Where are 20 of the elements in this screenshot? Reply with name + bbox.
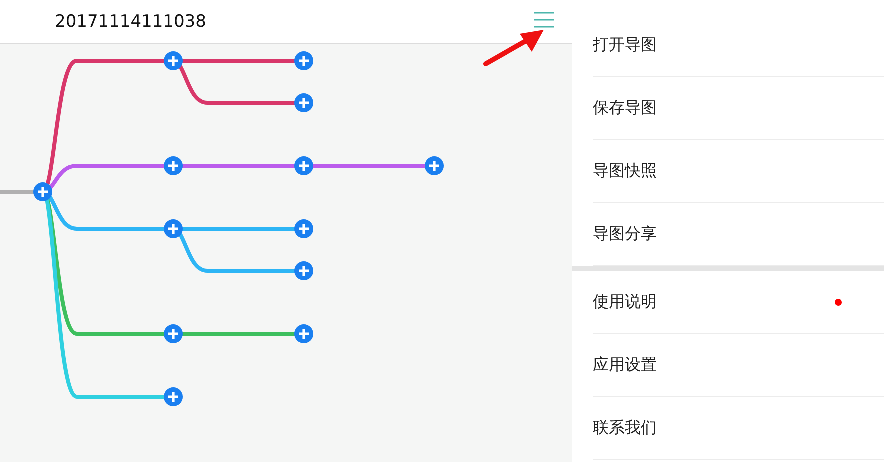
- menu-item[interactable]: 使用说明: [593, 271, 884, 334]
- add-node-button[interactable]: [164, 156, 183, 176]
- menu-item[interactable]: 联系我们: [593, 397, 884, 460]
- menu-item[interactable]: 导图快照: [593, 140, 884, 203]
- add-node-button[interactable]: [294, 324, 314, 344]
- add-node-button[interactable]: [164, 388, 183, 406]
- file-title: 20171114111038: [55, 12, 206, 32]
- add-node-button[interactable]: [294, 262, 314, 280]
- add-node-button[interactable]: [164, 220, 183, 238]
- add-node-button[interactable]: [294, 94, 314, 112]
- menu-item[interactable]: 保存导图: [593, 77, 884, 140]
- add-node-button[interactable]: [34, 182, 52, 202]
- add-node-button[interactable]: [164, 324, 183, 344]
- add-node-button[interactable]: [294, 52, 314, 70]
- menu-item[interactable]: 应用设置: [593, 334, 884, 397]
- menu-item[interactable]: 打开导图: [593, 14, 884, 77]
- add-node-button[interactable]: [164, 52, 183, 70]
- add-node-button[interactable]: [425, 156, 444, 176]
- add-node-button[interactable]: [294, 220, 314, 238]
- add-node-button[interactable]: [294, 156, 314, 176]
